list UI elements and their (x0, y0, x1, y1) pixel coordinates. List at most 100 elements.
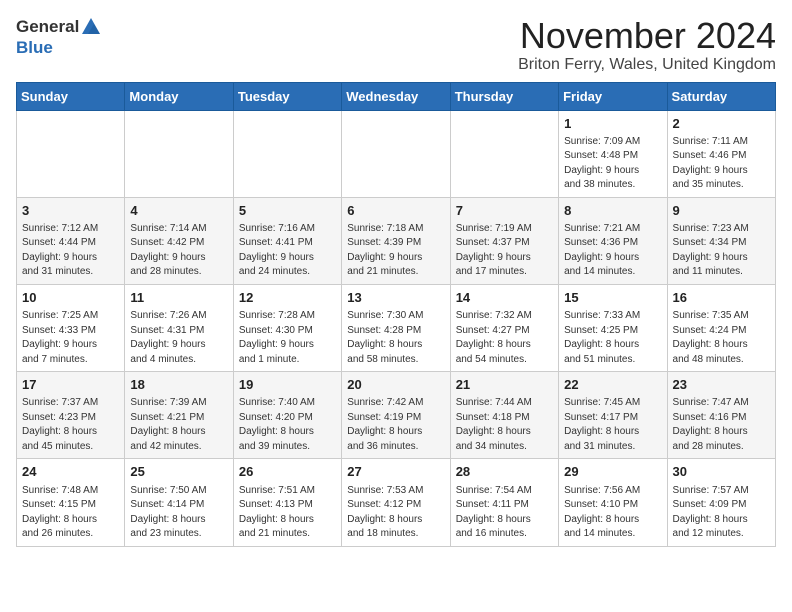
table-row (233, 110, 341, 197)
day-number: 10 (22, 289, 119, 307)
header-sunday: Sunday (17, 82, 125, 110)
day-info: Sunrise: 7:11 AM Sunset: 4:46 PM Dayligh… (673, 135, 770, 193)
table-row: 21 Sunrise: 7:44 AM Sunset: 4:18 PM Dayli… (450, 372, 558, 459)
day-number: 1 (564, 115, 661, 133)
day-info: Sunrise: 7:48 AM Sunset: 4:15 PM Dayligh… (22, 484, 119, 542)
calendar-week-row: 24 Sunrise: 7:48 AM Sunset: 4:15 PM Dayli… (17, 459, 776, 546)
day-number: 28 (456, 463, 553, 481)
table-row: 27 Sunrise: 7:53 AM Sunset: 4:12 PM Dayli… (342, 459, 450, 546)
table-row (342, 110, 450, 197)
table-row (125, 110, 233, 197)
day-info: Sunrise: 7:44 AM Sunset: 4:18 PM Dayligh… (456, 396, 553, 454)
day-info: Sunrise: 7:33 AM Sunset: 4:25 PM Dayligh… (564, 309, 661, 367)
header-tuesday: Tuesday (233, 82, 341, 110)
logo: General Blue (16, 16, 103, 58)
day-number: 29 (564, 463, 661, 481)
day-info: Sunrise: 7:32 AM Sunset: 4:27 PM Dayligh… (456, 309, 553, 367)
day-number: 5 (239, 202, 336, 220)
day-info: Sunrise: 7:40 AM Sunset: 4:20 PM Dayligh… (239, 396, 336, 454)
header-monday: Monday (125, 82, 233, 110)
table-row: 20 Sunrise: 7:42 AM Sunset: 4:19 PM Dayli… (342, 372, 450, 459)
day-info: Sunrise: 7:09 AM Sunset: 4:48 PM Dayligh… (564, 135, 661, 193)
month-title: November 2024 (518, 16, 776, 56)
day-info: Sunrise: 7:57 AM Sunset: 4:09 PM Dayligh… (673, 484, 770, 542)
day-number: 30 (673, 463, 770, 481)
location-title: Briton Ferry, Wales, United Kingdom (518, 56, 776, 74)
calendar-table: Sunday Monday Tuesday Wednesday Thursday… (16, 82, 776, 547)
day-info: Sunrise: 7:37 AM Sunset: 4:23 PM Dayligh… (22, 396, 119, 454)
day-number: 11 (130, 289, 227, 307)
day-number: 22 (564, 376, 661, 394)
day-number: 7 (456, 202, 553, 220)
day-number: 24 (22, 463, 119, 481)
day-number: 20 (347, 376, 444, 394)
calendar-week-row: 10 Sunrise: 7:25 AM Sunset: 4:33 PM Dayli… (17, 284, 776, 371)
table-row: 16 Sunrise: 7:35 AM Sunset: 4:24 PM Dayli… (667, 284, 775, 371)
table-row: 5 Sunrise: 7:16 AM Sunset: 4:41 PM Daylig… (233, 197, 341, 284)
day-number: 8 (564, 202, 661, 220)
day-info: Sunrise: 7:18 AM Sunset: 4:39 PM Dayligh… (347, 222, 444, 280)
day-info: Sunrise: 7:26 AM Sunset: 4:31 PM Dayligh… (130, 309, 227, 367)
calendar-week-row: 17 Sunrise: 7:37 AM Sunset: 4:23 PM Dayli… (17, 372, 776, 459)
table-row: 17 Sunrise: 7:37 AM Sunset: 4:23 PM Dayli… (17, 372, 125, 459)
table-row: 12Sunrise: 7:28 AM Sunset: 4:30 PM Dayli… (233, 284, 341, 371)
table-row: 9Sunrise: 7:23 AM Sunset: 4:34 PM Daylig… (667, 197, 775, 284)
table-row: 22 Sunrise: 7:45 AM Sunset: 4:17 PM Dayli… (559, 372, 667, 459)
day-number: 13 (347, 289, 444, 307)
day-number: 19 (239, 376, 336, 394)
table-row: 13 Sunrise: 7:30 AM Sunset: 4:28 PM Dayli… (342, 284, 450, 371)
table-row: 3Sunrise: 7:12 AM Sunset: 4:44 PM Daylig… (17, 197, 125, 284)
table-row: 24 Sunrise: 7:48 AM Sunset: 4:15 PM Dayli… (17, 459, 125, 546)
table-row: 6 Sunrise: 7:18 AM Sunset: 4:39 PM Daylig… (342, 197, 450, 284)
table-row: 7 Sunrise: 7:19 AM Sunset: 4:37 PM Daylig… (450, 197, 558, 284)
day-number: 4 (130, 202, 227, 220)
table-row: 28Sunrise: 7:54 AM Sunset: 4:11 PM Dayli… (450, 459, 558, 546)
day-number: 27 (347, 463, 444, 481)
header-saturday: Saturday (667, 82, 775, 110)
day-info: Sunrise: 7:14 AM Sunset: 4:42 PM Dayligh… (130, 222, 227, 280)
day-info: Sunrise: 7:35 AM Sunset: 4:24 PM Dayligh… (673, 309, 770, 367)
header-thursday: Thursday (450, 82, 558, 110)
table-row: 15 Sunrise: 7:33 AM Sunset: 4:25 PM Dayli… (559, 284, 667, 371)
day-info: Sunrise: 7:45 AM Sunset: 4:17 PM Dayligh… (564, 396, 661, 454)
day-number: 14 (456, 289, 553, 307)
day-number: 9 (673, 202, 770, 220)
day-info: Sunrise: 7:28 AM Sunset: 4:30 PM Dayligh… (239, 309, 336, 367)
day-info: Sunrise: 7:16 AM Sunset: 4:41 PM Dayligh… (239, 222, 336, 280)
day-info: Sunrise: 7:19 AM Sunset: 4:37 PM Dayligh… (456, 222, 553, 280)
table-row: 1 Sunrise: 7:09 AM Sunset: 4:48 PM Daylig… (559, 110, 667, 197)
day-info: Sunrise: 7:30 AM Sunset: 4:28 PM Dayligh… (347, 309, 444, 367)
table-row (450, 110, 558, 197)
table-row: 10 Sunrise: 7:25 AM Sunset: 4:33 PM Dayli… (17, 284, 125, 371)
weekday-header-row: Sunday Monday Tuesday Wednesday Thursday… (17, 82, 776, 110)
table-row: 23Sunrise: 7:47 AM Sunset: 4:16 PM Dayli… (667, 372, 775, 459)
logo-text: General Blue (16, 16, 103, 58)
header-wednesday: Wednesday (342, 82, 450, 110)
day-info: Sunrise: 7:50 AM Sunset: 4:14 PM Dayligh… (130, 484, 227, 542)
day-number: 18 (130, 376, 227, 394)
day-info: Sunrise: 7:53 AM Sunset: 4:12 PM Dayligh… (347, 484, 444, 542)
logo-blue: Blue (16, 38, 103, 58)
day-number: 17 (22, 376, 119, 394)
table-row: 26Sunrise: 7:51 AM Sunset: 4:13 PM Dayli… (233, 459, 341, 546)
table-row: 30 Sunrise: 7:57 AM Sunset: 4:09 PM Dayli… (667, 459, 775, 546)
table-row: 4 Sunrise: 7:14 AM Sunset: 4:42 PM Daylig… (125, 197, 233, 284)
calendar-week-row: 3Sunrise: 7:12 AM Sunset: 4:44 PM Daylig… (17, 197, 776, 284)
day-number: 15 (564, 289, 661, 307)
table-row: 29Sunrise: 7:56 AM Sunset: 4:10 PM Dayli… (559, 459, 667, 546)
day-info: Sunrise: 7:42 AM Sunset: 4:19 PM Dayligh… (347, 396, 444, 454)
day-number: 25 (130, 463, 227, 481)
table-row: 25 Sunrise: 7:50 AM Sunset: 4:14 PM Dayli… (125, 459, 233, 546)
day-info: Sunrise: 7:25 AM Sunset: 4:33 PM Dayligh… (22, 309, 119, 367)
table-row: 14 Sunrise: 7:32 AM Sunset: 4:27 PM Dayli… (450, 284, 558, 371)
table-row (17, 110, 125, 197)
day-number: 21 (456, 376, 553, 394)
page-header: General Blue November 2024 Briton Ferry,… (16, 16, 776, 74)
calendar-week-row: 1 Sunrise: 7:09 AM Sunset: 4:48 PM Daylig… (17, 110, 776, 197)
day-number: 6 (347, 202, 444, 220)
day-number: 16 (673, 289, 770, 307)
day-number: 23 (673, 376, 770, 394)
day-info: Sunrise: 7:21 AM Sunset: 4:36 PM Dayligh… (564, 222, 661, 280)
table-row: 11 Sunrise: 7:26 AM Sunset: 4:31 PM Dayli… (125, 284, 233, 371)
table-row: 2Sunrise: 7:11 AM Sunset: 4:46 PM Daylig… (667, 110, 775, 197)
